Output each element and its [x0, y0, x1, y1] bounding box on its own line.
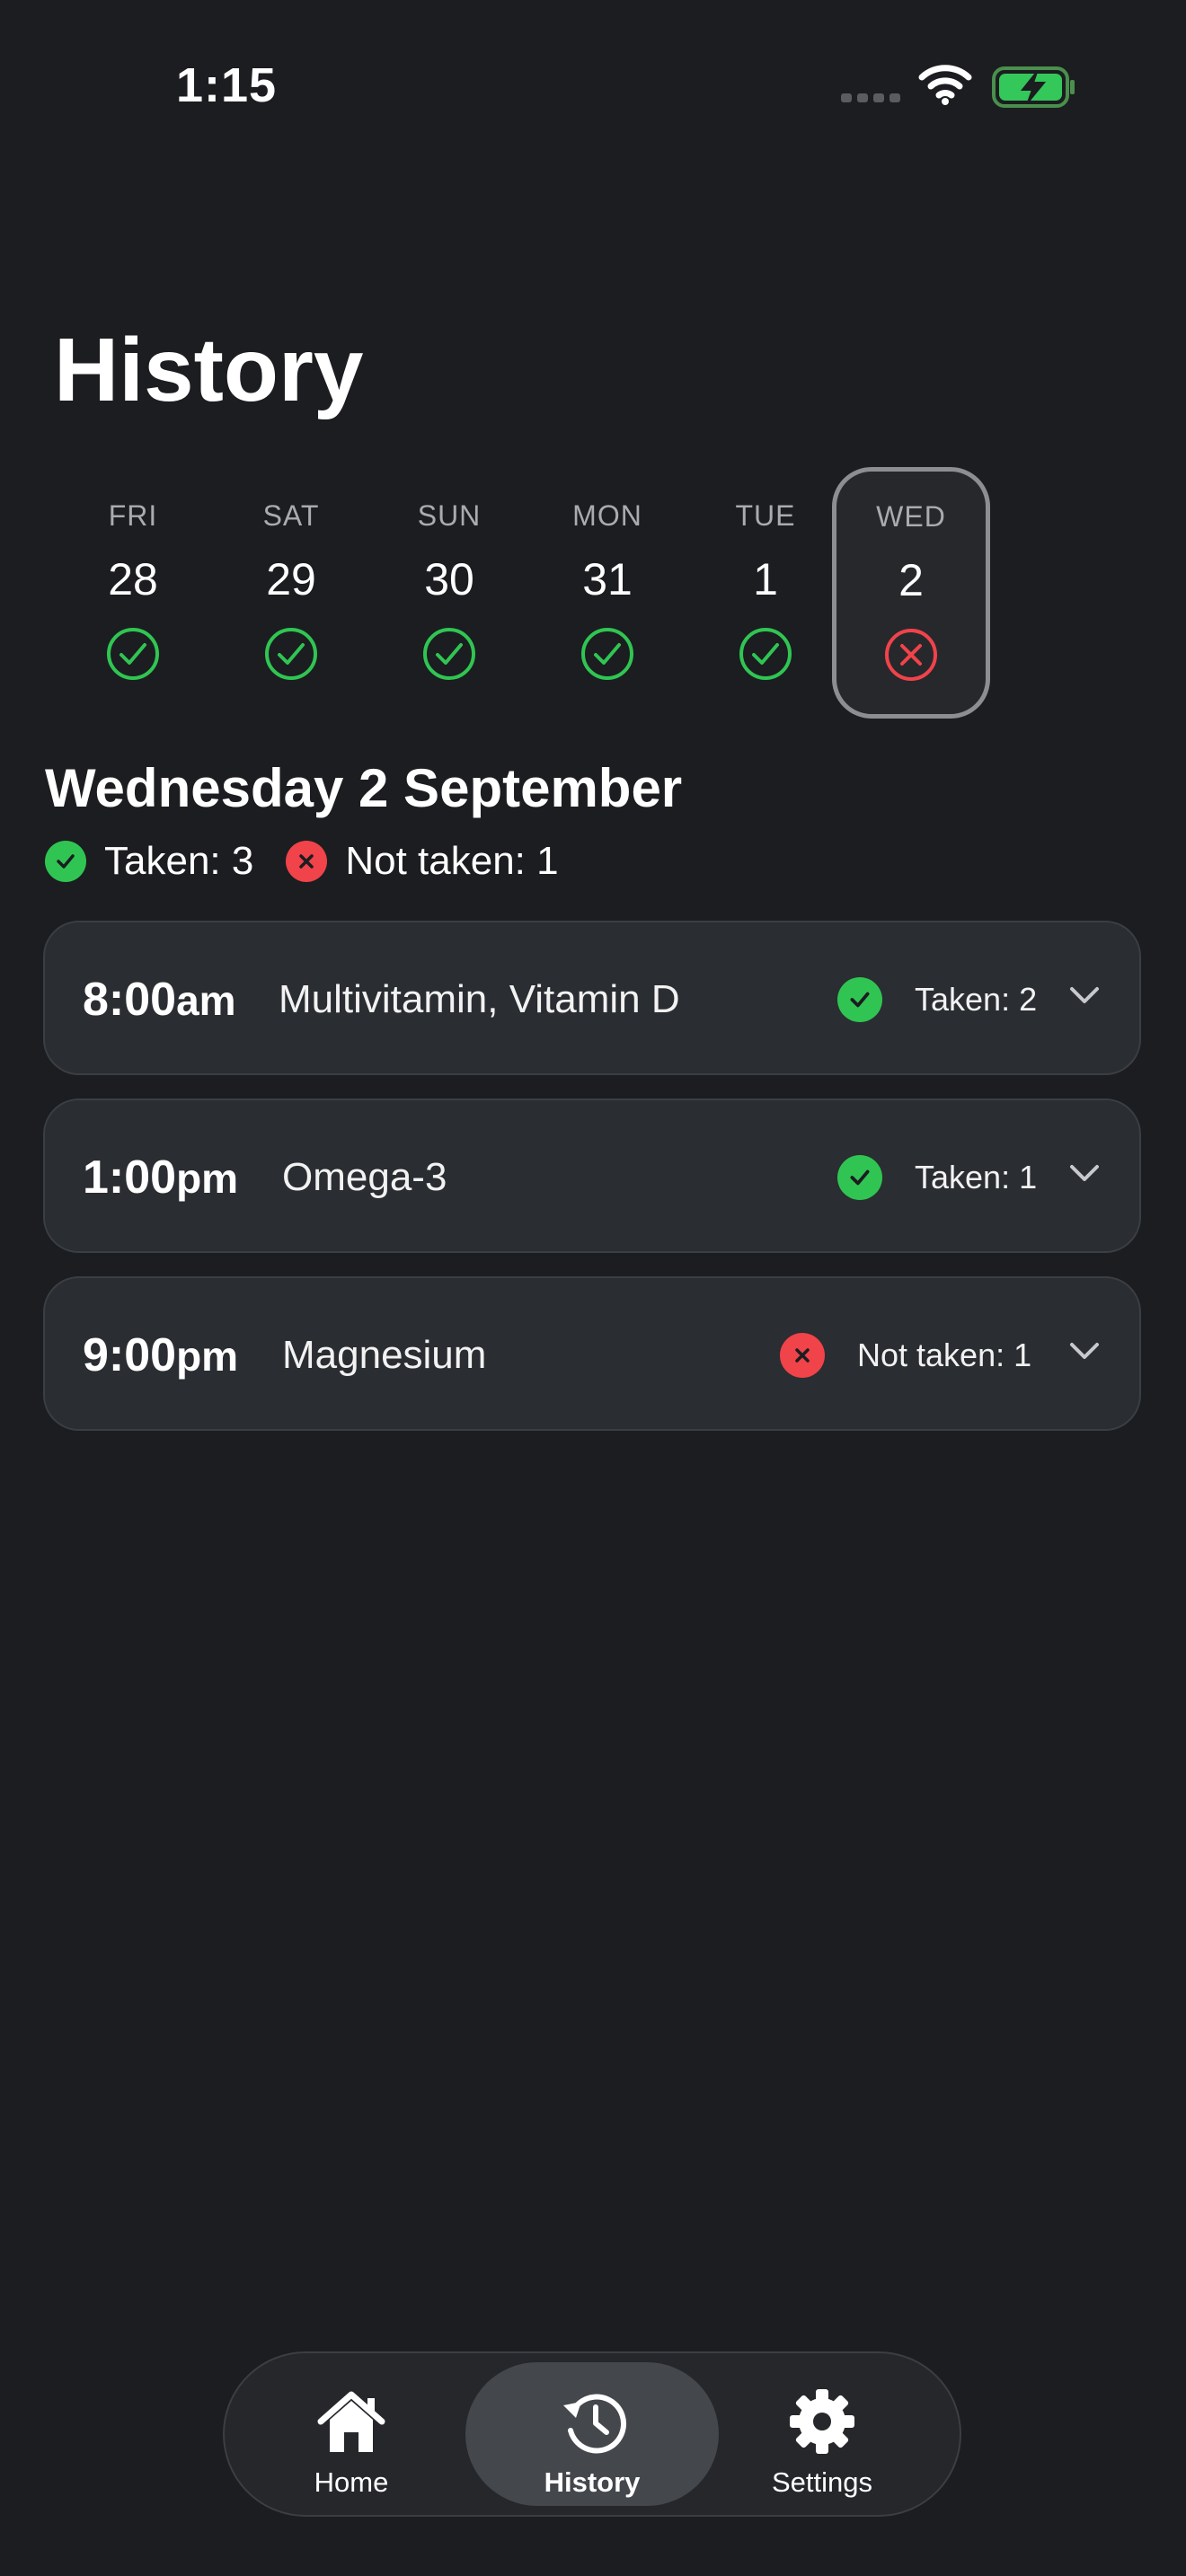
- tab-settings[interactable]: Settings: [695, 2362, 949, 2506]
- not-taken-count: Not taken: 1: [345, 839, 559, 883]
- status-time: 1:15: [176, 58, 278, 112]
- tab-home[interactable]: Home: [225, 2362, 478, 2506]
- history-clock-icon: [563, 2394, 627, 2454]
- day-number: 30: [424, 554, 474, 604]
- week-day-strip: FRI 28 SAT 29 SUN 30 MON 31 TUE 1 WED 2: [54, 467, 1132, 719]
- check-circle-icon: [107, 628, 159, 680]
- day-fri-28[interactable]: FRI 28: [54, 467, 212, 719]
- dose-medications: Multivitamin, Vitamin D: [279, 977, 680, 1021]
- dose-time-period: pm: [176, 1333, 239, 1380]
- selected-date-heading: Wednesday 2 September: [45, 758, 683, 818]
- day-wed-2-selected[interactable]: WED 2: [832, 467, 990, 719]
- gear-icon: [790, 2389, 854, 2454]
- check-circle-icon: [265, 628, 317, 680]
- dose-card-1pm[interactable]: 1:00pm Omega-3 Taken: 1: [43, 1098, 1141, 1253]
- day-of-week-label: TUE: [735, 499, 796, 532]
- dose-card-8am[interactable]: 8:00am Multivitamin, Vitamin D Taken: 2: [43, 921, 1141, 1075]
- day-number: 1: [753, 554, 778, 604]
- day-number: 2: [898, 555, 924, 605]
- day-number: 28: [108, 554, 158, 604]
- check-circle-icon: [423, 628, 475, 680]
- check-circle-icon: [739, 628, 792, 680]
- battery-charging-icon: [992, 66, 1075, 108]
- x-circle-icon: [885, 629, 937, 681]
- chevron-down-icon[interactable]: [1069, 1163, 1100, 1183]
- tab-settings-label: Settings: [771, 2466, 872, 2498]
- dose-status-label: Taken: 1: [915, 1159, 1038, 1195]
- chevron-down-icon[interactable]: [1069, 985, 1100, 1005]
- dose-time-period: am: [176, 977, 236, 1024]
- tab-history-label: History: [544, 2466, 641, 2498]
- check-filled-icon: [45, 841, 86, 882]
- dose-status-label: Taken: 2: [915, 981, 1038, 1018]
- day-of-week-label: WED: [876, 500, 946, 533]
- day-of-week-label: SUN: [417, 499, 482, 532]
- page-title: History: [54, 320, 364, 420]
- x-filled-icon: [286, 841, 328, 882]
- day-of-week-label: MON: [572, 499, 642, 532]
- tab-history[interactable]: History: [465, 2362, 719, 2506]
- dose-time: 8:00am: [83, 922, 236, 1078]
- dose-time: 9:00pm: [83, 1278, 238, 1434]
- dose-status-label: Not taken: 1: [857, 1337, 1032, 1373]
- dose-medications: Magnesium: [282, 1333, 487, 1377]
- chevron-down-icon[interactable]: [1069, 1341, 1100, 1361]
- day-of-week-label: FRI: [108, 499, 158, 532]
- check-circle-icon: [581, 628, 633, 680]
- tab-home-label: Home: [314, 2466, 389, 2498]
- check-filled-icon: [837, 1155, 882, 1200]
- tab-bar: Home History Settings: [223, 2351, 961, 2517]
- dose-summary: Taken: 3 Not taken: 1: [45, 839, 591, 884]
- day-mon-31[interactable]: MON 31: [528, 467, 686, 719]
- check-filled-icon: [837, 977, 882, 1022]
- day-sat-29[interactable]: SAT 29: [212, 467, 370, 719]
- dose-time-value: 1:00: [83, 1151, 177, 1204]
- taken-count: Taken: 3: [104, 839, 254, 883]
- day-tue-1[interactable]: TUE 1: [686, 467, 845, 719]
- day-of-week-label: SAT: [262, 499, 320, 532]
- dose-medications: Omega-3: [282, 1155, 447, 1199]
- dose-time-value: 9:00: [83, 1329, 177, 1381]
- wifi-icon: [918, 65, 972, 105]
- day-number: 29: [266, 554, 316, 604]
- day-number: 31: [582, 554, 633, 604]
- dose-time-value: 8:00: [83, 974, 177, 1026]
- dose-time-period: pm: [176, 1155, 239, 1202]
- dose-card-9pm[interactable]: 9:00pm Magnesium Not taken: 1: [43, 1276, 1141, 1431]
- cellular-signal-icon: [841, 93, 900, 102]
- house-icon: [317, 2391, 385, 2452]
- dose-time: 1:00pm: [83, 1100, 238, 1256]
- day-sun-30[interactable]: SUN 30: [370, 467, 528, 719]
- x-filled-icon: [780, 1333, 825, 1378]
